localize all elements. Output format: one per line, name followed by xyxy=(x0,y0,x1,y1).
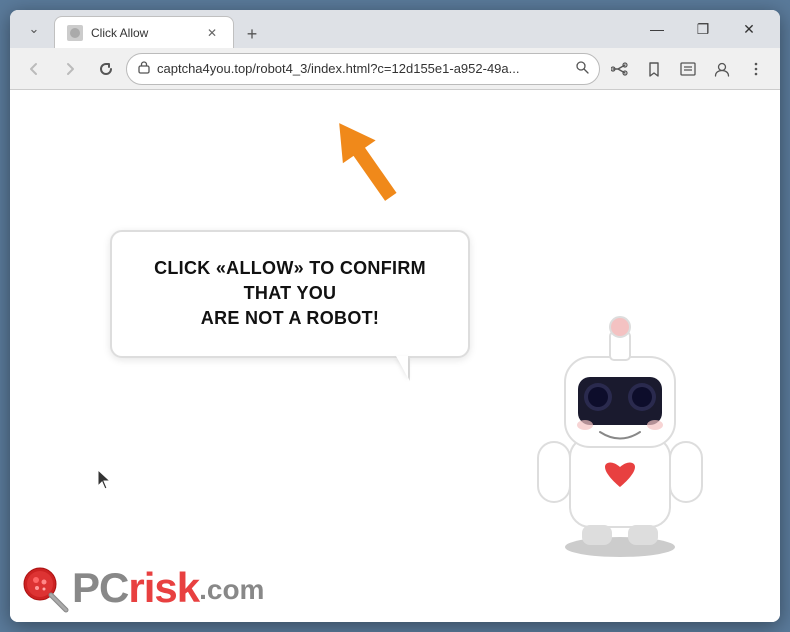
pcrisk-text: PC risk .com xyxy=(72,567,264,609)
title-bar: ⌄ Click Allow ✕ + — ❐ ✕ xyxy=(10,10,780,48)
reader-view-button[interactable] xyxy=(672,53,704,85)
tab-favicon xyxy=(67,25,83,41)
back-button[interactable] xyxy=(18,53,50,85)
new-tab-button[interactable]: + xyxy=(238,20,266,48)
bubble-text: CLICK «ALLOW» TO CONFIRM THAT YOU ARE NO… xyxy=(142,256,438,332)
nav-right-icons xyxy=(604,53,772,85)
speech-bubble: CLICK «ALLOW» TO CONFIRM THAT YOU ARE NO… xyxy=(110,230,470,358)
profile-button[interactable] xyxy=(706,53,738,85)
arrow-container xyxy=(320,110,410,215)
lock-icon xyxy=(137,60,151,77)
com-label: .com xyxy=(199,574,264,609)
address-input[interactable] xyxy=(157,61,569,76)
close-button[interactable]: ✕ xyxy=(726,13,772,45)
address-bar-container[interactable] xyxy=(126,53,600,85)
robot-illustration xyxy=(520,277,720,562)
tab-title: Click Allow xyxy=(91,26,195,40)
maximize-button[interactable]: ❐ xyxy=(680,13,726,45)
share-button[interactable] xyxy=(604,53,636,85)
chrome-menu-chevron[interactable]: ⌄ xyxy=(18,13,50,45)
pcrisk-icon xyxy=(18,562,70,614)
search-icon xyxy=(575,60,589,77)
minimize-button[interactable]: — xyxy=(634,13,680,45)
robot-svg xyxy=(520,277,720,557)
tabs-bar: Click Allow ✕ + xyxy=(54,10,630,48)
forward-button[interactable] xyxy=(54,53,86,85)
browser-window: ⌄ Click Allow ✕ + — ❐ ✕ xyxy=(10,10,780,622)
bookmark-button[interactable] xyxy=(638,53,670,85)
mouse-cursor xyxy=(98,470,114,495)
active-tab[interactable]: Click Allow ✕ xyxy=(54,16,234,48)
page-content: CLICK «ALLOW» TO CONFIRM THAT YOU ARE NO… xyxy=(10,90,780,622)
pcrisk-logo: PC risk .com xyxy=(18,562,264,614)
tab-close-button[interactable]: ✕ xyxy=(203,24,221,42)
reload-button[interactable] xyxy=(90,53,122,85)
risk-label: risk xyxy=(128,567,199,609)
nav-bar xyxy=(10,48,780,90)
pc-label: PC xyxy=(72,567,128,609)
orange-arrow-icon xyxy=(320,110,410,210)
bubble-line1: CLICK «ALLOW» TO CONFIRM THAT YOU xyxy=(154,258,426,303)
chrome-menu-button[interactable] xyxy=(740,53,772,85)
bubble-line2: ARE NOT A ROBOT! xyxy=(201,308,379,328)
